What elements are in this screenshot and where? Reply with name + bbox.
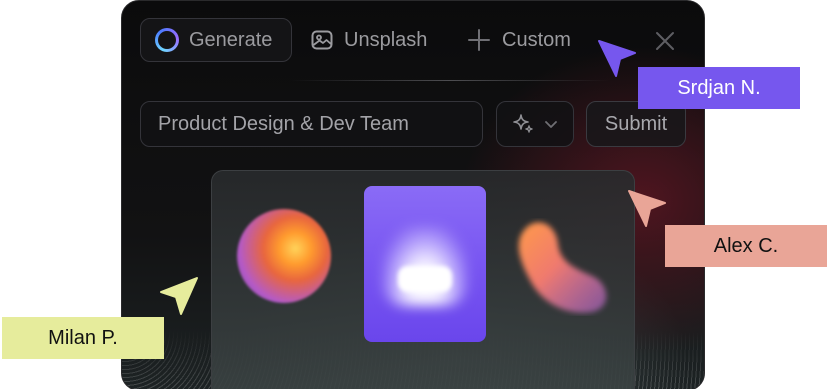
style-dropdown[interactable] (496, 101, 574, 147)
pointer-cursor-icon (598, 40, 636, 77)
chevron-down-icon (545, 121, 557, 128)
prompt-input-value: Product Design & Dev Team (158, 112, 409, 135)
collaborator-label-alex: Alex C. (665, 225, 827, 267)
pointer-cursor-icon (628, 190, 666, 227)
pointer-cursor-icon (160, 277, 198, 315)
sparkle-icon (513, 114, 533, 133)
plus-icon (468, 29, 490, 51)
tab-custom[interactable]: Custom (466, 18, 571, 62)
close-icon[interactable] (652, 28, 678, 54)
collaborator-label-milan: Milan P. (2, 317, 164, 359)
generated-image-glow-square[interactable] (364, 186, 486, 342)
tab-generate[interactable]: Generate (140, 18, 292, 62)
generated-image-orb[interactable] (237, 209, 331, 303)
divider (290, 80, 610, 81)
image-icon (311, 30, 333, 50)
collaborator-label-srdjan: Srdjan N. (638, 67, 800, 109)
ring-icon (155, 28, 179, 52)
tab-custom-label: Custom (502, 28, 571, 51)
tab-unsplash[interactable]: Unsplash (310, 18, 427, 62)
tab-unsplash-label: Unsplash (344, 28, 428, 51)
tab-generate-label: Generate (189, 28, 273, 51)
generated-image-blob[interactable] (512, 218, 614, 316)
prompt-input[interactable]: Product Design & Dev Team (140, 101, 483, 147)
collaboration-scene: Generate Unsplash Custom Product Design … (0, 0, 827, 389)
